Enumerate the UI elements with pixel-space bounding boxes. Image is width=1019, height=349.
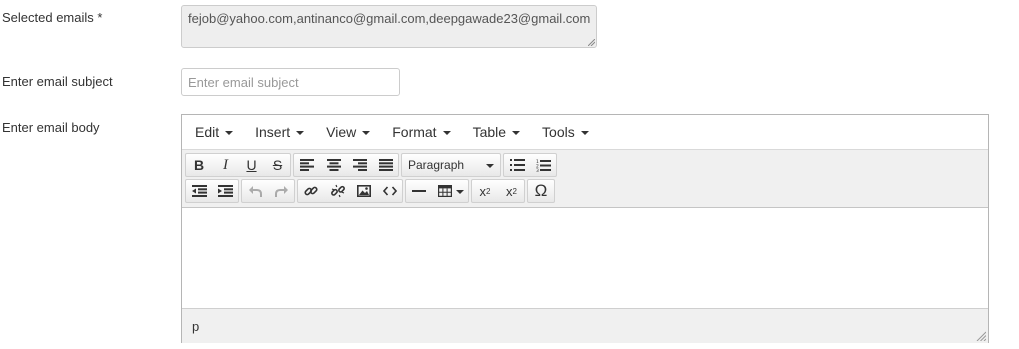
caret-down-icon bbox=[512, 131, 521, 135]
resize-grip-icon[interactable] bbox=[588, 39, 595, 46]
horizontal-rule-button[interactable] bbox=[406, 180, 432, 202]
undo-button[interactable] bbox=[242, 180, 268, 202]
table-button[interactable] bbox=[432, 180, 468, 202]
history-group bbox=[241, 179, 295, 203]
caret-down-icon bbox=[225, 131, 234, 135]
format-select[interactable]: Paragraph bbox=[402, 154, 500, 176]
align-right-icon bbox=[352, 159, 367, 171]
hr-table-group bbox=[405, 179, 469, 203]
bold-button[interactable]: B bbox=[186, 154, 212, 176]
menu-view[interactable]: View bbox=[318, 118, 378, 146]
toolbar-row-2: x2 x2 Ω bbox=[185, 178, 988, 204]
list-group: 123 bbox=[503, 153, 557, 177]
menu-insert[interactable]: Insert bbox=[247, 118, 312, 146]
format-select-group: Paragraph bbox=[401, 153, 501, 177]
format-select-value: Paragraph bbox=[408, 158, 465, 172]
align-right-button[interactable] bbox=[346, 154, 372, 176]
numbered-list-icon: 123 bbox=[536, 159, 551, 172]
table-icon bbox=[437, 185, 452, 197]
caret-down-icon bbox=[580, 131, 589, 135]
editor-menubar: Edit Insert View Format Table Tools bbox=[182, 115, 988, 150]
indent-button[interactable] bbox=[212, 180, 238, 202]
menu-edit[interactable]: Edit bbox=[187, 118, 241, 146]
special-char-group: Ω bbox=[527, 179, 555, 203]
menu-table[interactable]: Table bbox=[465, 118, 528, 146]
superscript-button[interactable]: x2 bbox=[498, 180, 524, 202]
insert-group bbox=[297, 179, 403, 203]
strikethrough-button[interactable]: S bbox=[264, 154, 290, 176]
bullet-list-icon bbox=[509, 159, 525, 171]
horizontal-rule-icon bbox=[412, 190, 426, 192]
redo-icon bbox=[275, 185, 288, 197]
outdent-icon bbox=[191, 185, 207, 197]
align-center-icon bbox=[326, 159, 341, 171]
svg-text:3: 3 bbox=[536, 168, 539, 172]
text-style-group: B I U S bbox=[185, 153, 291, 177]
align-justify-icon bbox=[378, 159, 393, 171]
underline-button[interactable]: U bbox=[238, 154, 264, 176]
editor-statusbar: p bbox=[182, 309, 988, 343]
toolbar-row-1: B I U S Paragraph 1 2 3 bbox=[185, 152, 988, 178]
editor-toolbar: B I U S Paragraph 1 2 3 x 2 x 2 Ω bbox=[182, 150, 988, 208]
align-center-button[interactable] bbox=[320, 154, 346, 176]
resize-grip-icon[interactable] bbox=[976, 331, 986, 341]
align-left-icon bbox=[300, 159, 314, 171]
link-icon bbox=[304, 186, 318, 196]
email-body-label: Enter email body bbox=[2, 120, 100, 135]
redo-button[interactable] bbox=[268, 180, 294, 202]
caret-down-icon bbox=[296, 131, 305, 135]
element-path[interactable]: p bbox=[192, 319, 199, 334]
selected-emails-value: fejob@yahoo.com,antinanco@gmail.com,deep… bbox=[188, 11, 591, 26]
alignment-group bbox=[293, 153, 399, 177]
email-subject-input[interactable] bbox=[181, 68, 400, 96]
editor-content-area[interactable] bbox=[182, 208, 988, 309]
bullet-list-button[interactable] bbox=[504, 154, 530, 176]
caret-down-icon bbox=[486, 164, 494, 168]
unlink-icon bbox=[330, 184, 345, 198]
caret-down-icon bbox=[455, 190, 464, 194]
italic-button[interactable]: I bbox=[212, 154, 238, 176]
caret-down-icon bbox=[362, 131, 371, 135]
rich-text-editor: Edit Insert View Format Table Tools B I … bbox=[181, 114, 989, 343]
indent-group bbox=[185, 179, 239, 203]
undo-icon bbox=[248, 185, 262, 197]
link-button[interactable] bbox=[298, 180, 324, 202]
code-icon bbox=[382, 186, 397, 196]
email-subject-label: Enter email subject bbox=[2, 74, 113, 89]
menu-format[interactable]: Format bbox=[384, 118, 458, 146]
justify-button[interactable] bbox=[372, 154, 398, 176]
script-group: x2 x2 bbox=[471, 179, 525, 203]
numbered-list-button[interactable]: 123 bbox=[530, 154, 556, 176]
selected-emails-label: Selected emails * bbox=[2, 10, 103, 25]
selected-emails-textarea[interactable]: fejob@yahoo.com,antinanco@gmail.com,deep… bbox=[181, 5, 597, 48]
image-button[interactable] bbox=[350, 180, 376, 202]
caret-down-icon bbox=[442, 131, 451, 135]
align-left-button[interactable] bbox=[294, 154, 320, 176]
menu-tools[interactable]: Tools bbox=[534, 118, 597, 146]
unlink-button[interactable] bbox=[324, 180, 350, 202]
indent-icon bbox=[218, 185, 233, 197]
outdent-button[interactable] bbox=[186, 180, 212, 202]
code-button[interactable] bbox=[376, 180, 402, 202]
special-character-button[interactable]: Ω bbox=[528, 180, 554, 202]
subscript-button[interactable]: x2 bbox=[472, 180, 498, 202]
image-icon bbox=[356, 185, 371, 197]
